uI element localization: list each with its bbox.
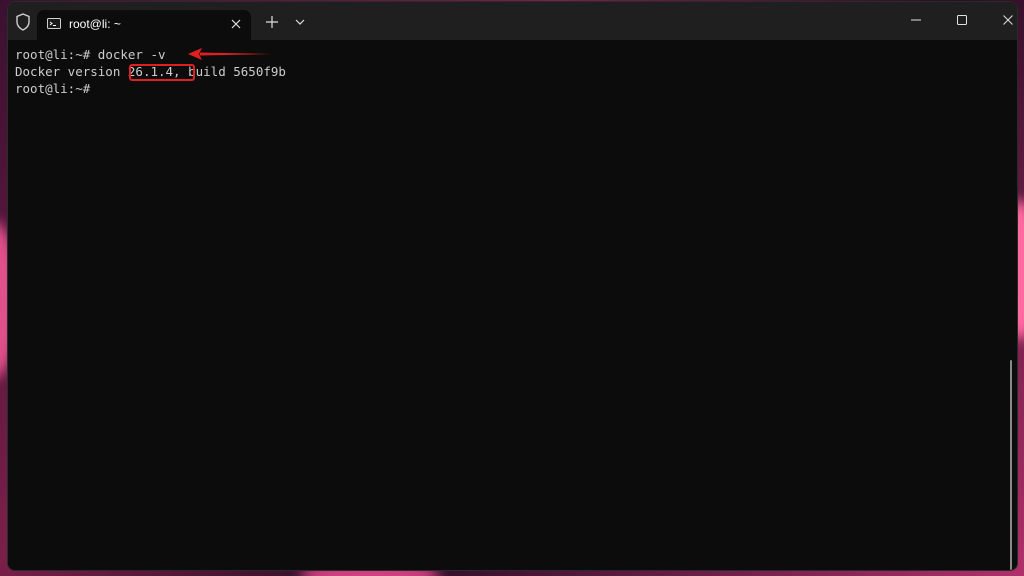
terminal-line: root@li:~# docker -v xyxy=(15,46,166,63)
close-window-button[interactable] xyxy=(985,2,1017,38)
minimize-icon xyxy=(911,19,921,21)
prompt: root@li:~# xyxy=(15,81,91,96)
tab-title: root@li: ~ xyxy=(69,17,121,31)
chevron-down-icon[interactable] xyxy=(294,17,306,27)
output-prefix: Docker version xyxy=(15,64,128,79)
annotation-arrow-icon xyxy=(188,48,272,60)
minimize-button[interactable] xyxy=(893,2,939,38)
close-window-icon xyxy=(1003,15,1013,25)
plus-icon[interactable] xyxy=(265,15,279,29)
terminal-line: root@li:~# xyxy=(15,80,90,97)
title-bar[interactable]: root@li: ~ xyxy=(8,2,1017,40)
annotation-highlight-box xyxy=(129,64,195,81)
prompt: root@li:~# xyxy=(15,47,91,62)
command: docker -v xyxy=(90,47,166,62)
tab-terminal[interactable]: root@li: ~ xyxy=(37,10,251,40)
scrollbar[interactable] xyxy=(1010,360,1012,570)
terminal-icon xyxy=(47,18,61,29)
terminal-window: root@li: ~ root@li:~# docker -v Docker v… xyxy=(7,1,1018,571)
output-suffix: build 5650f9b xyxy=(180,64,286,79)
terminal-output[interactable]: root@li:~# docker -v Docker version 26.1… xyxy=(8,40,1017,570)
shield-icon xyxy=(16,13,30,31)
maximize-icon xyxy=(957,15,967,25)
close-icon[interactable] xyxy=(230,18,242,30)
maximize-button[interactable] xyxy=(939,2,985,38)
